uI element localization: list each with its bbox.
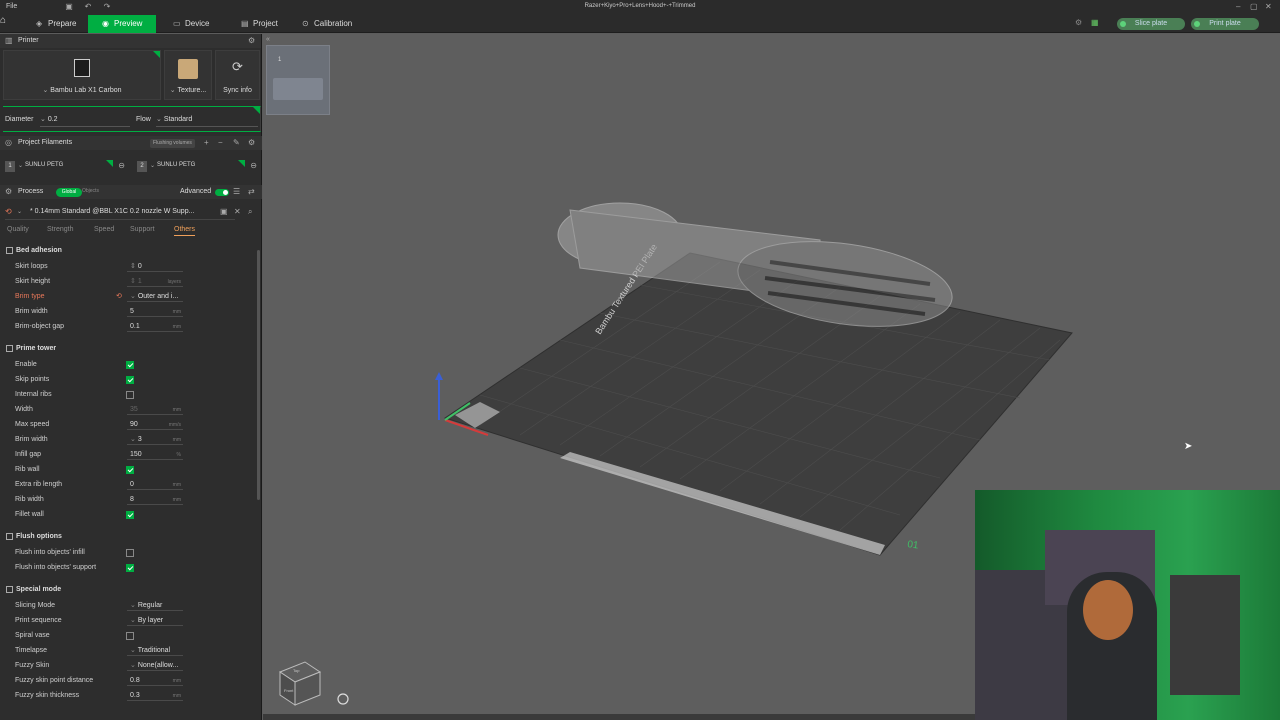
camera-reset-icon[interactable] <box>337 693 349 705</box>
nav-cube-front-label: Front <box>284 688 294 693</box>
shelf-right <box>1170 575 1240 695</box>
app-window: File ▣ ↶ ↷ Razer+Kiyo+Pro+Lens+Hood+-+Tr… <box>0 0 1280 720</box>
webcam-overlay <box>975 490 1280 720</box>
mouse-cursor-icon: ➤ <box>1184 441 1193 452</box>
plate-number: 01 <box>907 539 920 552</box>
bottom-strip <box>263 714 975 720</box>
z-axis-arrow <box>435 372 443 380</box>
navigation-cube[interactable]: Top Front <box>278 661 322 706</box>
nav-cube-top-label: Top <box>293 668 300 673</box>
person-head <box>1083 580 1133 640</box>
